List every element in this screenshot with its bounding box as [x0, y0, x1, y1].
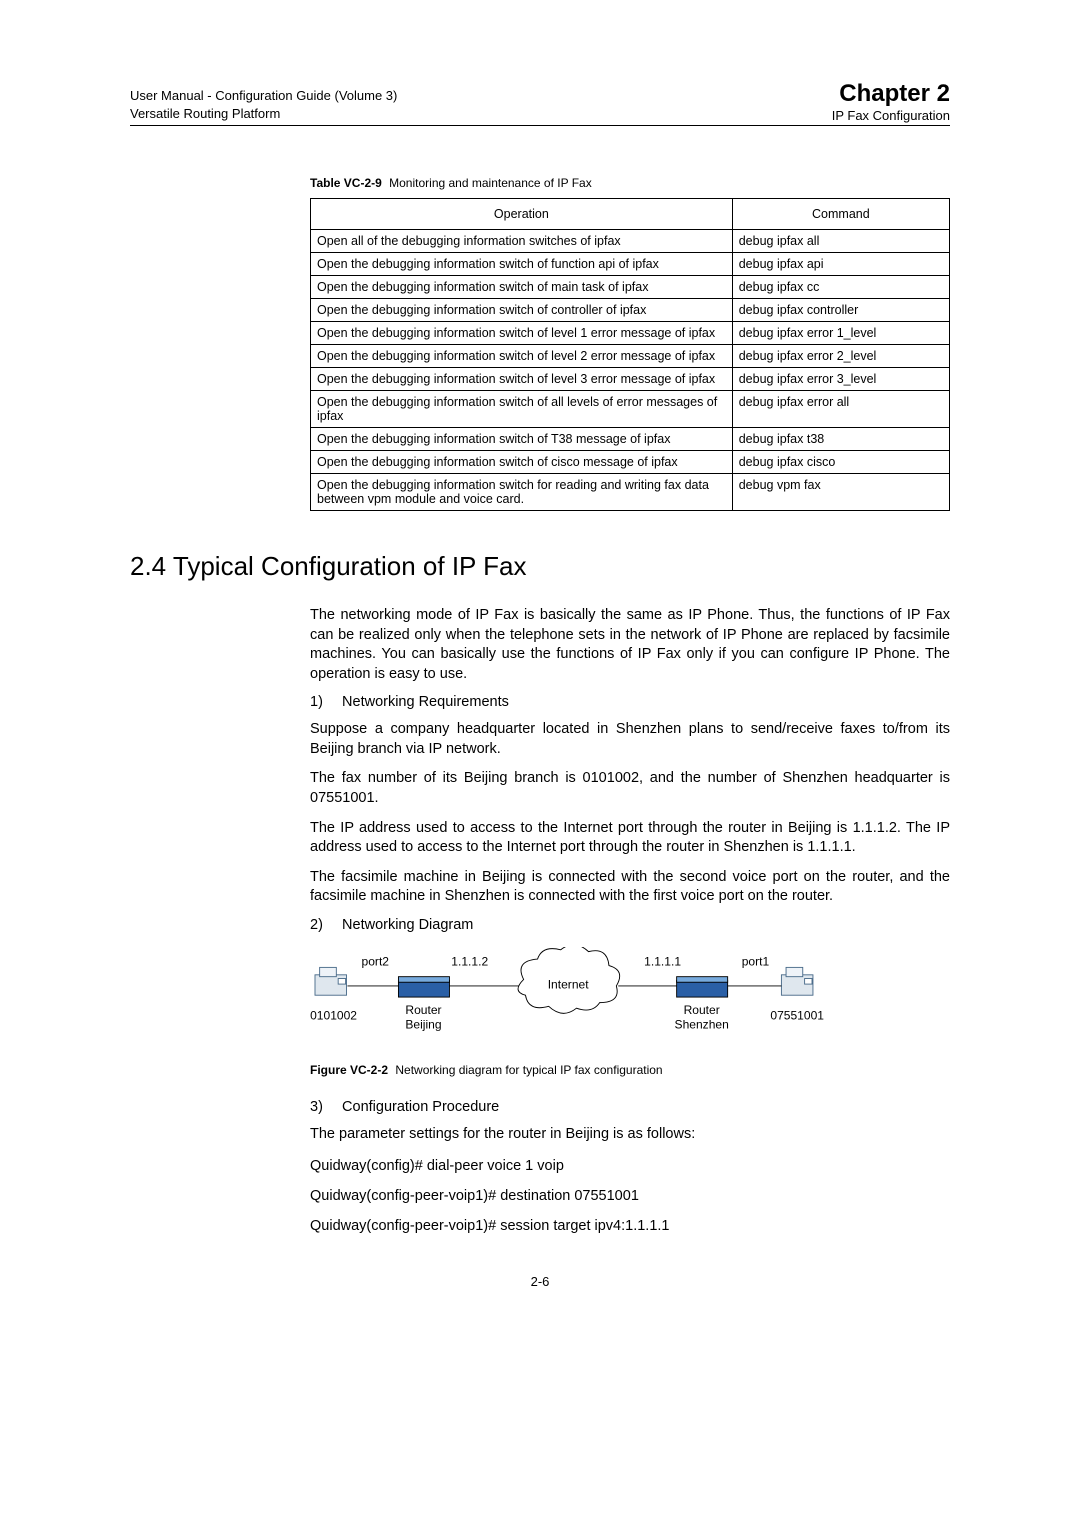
table-caption-label: Table VC-2-9 [310, 176, 382, 190]
header-left-line1: User Manual - Configuration Guide (Volum… [130, 87, 397, 105]
cell-cmd: debug vpm fax [732, 474, 949, 511]
item-number: 1) [310, 694, 338, 710]
cell-op: Open the debugging information switch of… [311, 428, 733, 451]
item-label: Networking Diagram [342, 917, 473, 933]
cell-cmd: debug ipfax controller [732, 299, 949, 322]
paragraph: Suppose a company headquarter located in… [310, 720, 950, 759]
cell-op: Open the debugging information switch of… [311, 345, 733, 368]
cell-op: Open the debugging information switch of… [311, 451, 733, 474]
cell-op: Open the debugging information switch of… [311, 253, 733, 276]
cell-op: Open the debugging information switch of… [311, 391, 733, 428]
paragraph: The networking mode of IP Fax is basical… [310, 606, 950, 684]
table-row: Open the debugging information switch of… [311, 322, 950, 345]
table-row: Open the debugging information switch of… [311, 428, 950, 451]
router-right-icon [677, 976, 728, 996]
diagram-port2-label: port2 [362, 954, 390, 968]
diagram-fax-left-number: 0101002 [310, 1008, 357, 1022]
diagram-router-left-l1: Router [405, 1003, 441, 1017]
diagram-router-left-l2: Beijing [405, 1017, 441, 1031]
cell-cmd: debug ipfax error 1_level [732, 322, 949, 345]
page-header: User Manual - Configuration Guide (Volum… [130, 80, 950, 126]
cell-cmd: debug ipfax cc [732, 276, 949, 299]
table-row: Open the debugging information switch of… [311, 451, 950, 474]
list-item: 2) Networking Diagram [310, 917, 950, 933]
section-heading: 2.4 Typical Configuration of IP Fax [130, 551, 950, 582]
diagram-ip-right-label: 1.1.1.1 [644, 954, 681, 968]
config-command: Quidway(config-peer-voip1)# session targ… [310, 1218, 950, 1234]
network-diagram: Internet [310, 947, 830, 1049]
cell-op: Open the debugging information switch of… [311, 299, 733, 322]
figure-caption: Figure VC-2-2 Networking diagram for typ… [310, 1063, 950, 1077]
table-caption: Table VC-2-9 Monitoring and maintenance … [310, 176, 950, 190]
th-command: Command [732, 199, 949, 230]
fax-left-icon [315, 967, 347, 995]
th-operation: Operation [311, 199, 733, 230]
table-row: Open the debugging information switch fo… [311, 474, 950, 511]
table-row: Open the debugging information switch of… [311, 391, 950, 428]
cell-cmd: debug ipfax all [732, 230, 949, 253]
item-label: Networking Requirements [342, 694, 509, 710]
item-number: 2) [310, 917, 338, 933]
diagram-ip-left-label: 1.1.1.2 [451, 954, 488, 968]
diagram-internet-label: Internet [548, 977, 590, 991]
table-row: Open the debugging information switch of… [311, 368, 950, 391]
table-row: Open the debugging information switch of… [311, 345, 950, 368]
fax-right-icon [781, 967, 813, 995]
config-command: Quidway(config-peer-voip1)# destination … [310, 1188, 950, 1204]
page-number: 2-6 [130, 1274, 950, 1289]
cell-cmd: debug ipfax api [732, 253, 949, 276]
table-row: Open the debugging information switch of… [311, 299, 950, 322]
table-row: Open the debugging information switch of… [311, 253, 950, 276]
diagram-router-right-l1: Router [684, 1003, 720, 1017]
table-row: Open all of the debugging information sw… [311, 230, 950, 253]
cell-cmd: debug ipfax t38 [732, 428, 949, 451]
paragraph: The parameter settings for the router in… [310, 1125, 950, 1145]
config-command: Quidway(config)# dial-peer voice 1 voip [310, 1158, 950, 1174]
cell-cmd: debug ipfax cisco [732, 451, 949, 474]
command-table: Operation Command Open all of the debugg… [310, 198, 950, 511]
cell-cmd: debug ipfax error all [732, 391, 949, 428]
router-left-icon [398, 976, 449, 996]
header-chapter: Chapter 2 [832, 80, 950, 108]
cell-op: Open the debugging information switch of… [311, 276, 733, 299]
figure-caption-label: Figure VC-2-2 [310, 1063, 388, 1077]
figure-caption-text: Networking diagram for typical IP fax co… [395, 1063, 662, 1077]
diagram-router-right-l2: Shenzhen [675, 1017, 729, 1031]
paragraph: The facsimile machine in Beijing is conn… [310, 868, 950, 907]
paragraph: The fax number of its Beijing branch is … [310, 769, 950, 808]
cell-cmd: debug ipfax error 2_level [732, 345, 949, 368]
cell-op: Open the debugging information switch fo… [311, 474, 733, 511]
diagram-fax-right-number: 07551001 [770, 1008, 824, 1022]
table-row: Open the debugging information switch of… [311, 276, 950, 299]
diagram-port1-label: port1 [742, 954, 770, 968]
cell-op: Open the debugging information switch of… [311, 368, 733, 391]
cell-op: Open all of the debugging information sw… [311, 230, 733, 253]
paragraph: The IP address used to access to the Int… [310, 819, 950, 858]
item-label: Configuration Procedure [342, 1099, 499, 1115]
cell-cmd: debug ipfax error 3_level [732, 368, 949, 391]
cell-op: Open the debugging information switch of… [311, 322, 733, 345]
table-caption-text: Monitoring and maintenance of IP Fax [389, 176, 592, 190]
list-item: 3) Configuration Procedure [310, 1099, 950, 1115]
header-subtitle: IP Fax Configuration [832, 108, 950, 123]
list-item: 1) Networking Requirements [310, 694, 950, 710]
item-number: 3) [310, 1099, 338, 1115]
header-left-line2: Versatile Routing Platform [130, 105, 397, 123]
